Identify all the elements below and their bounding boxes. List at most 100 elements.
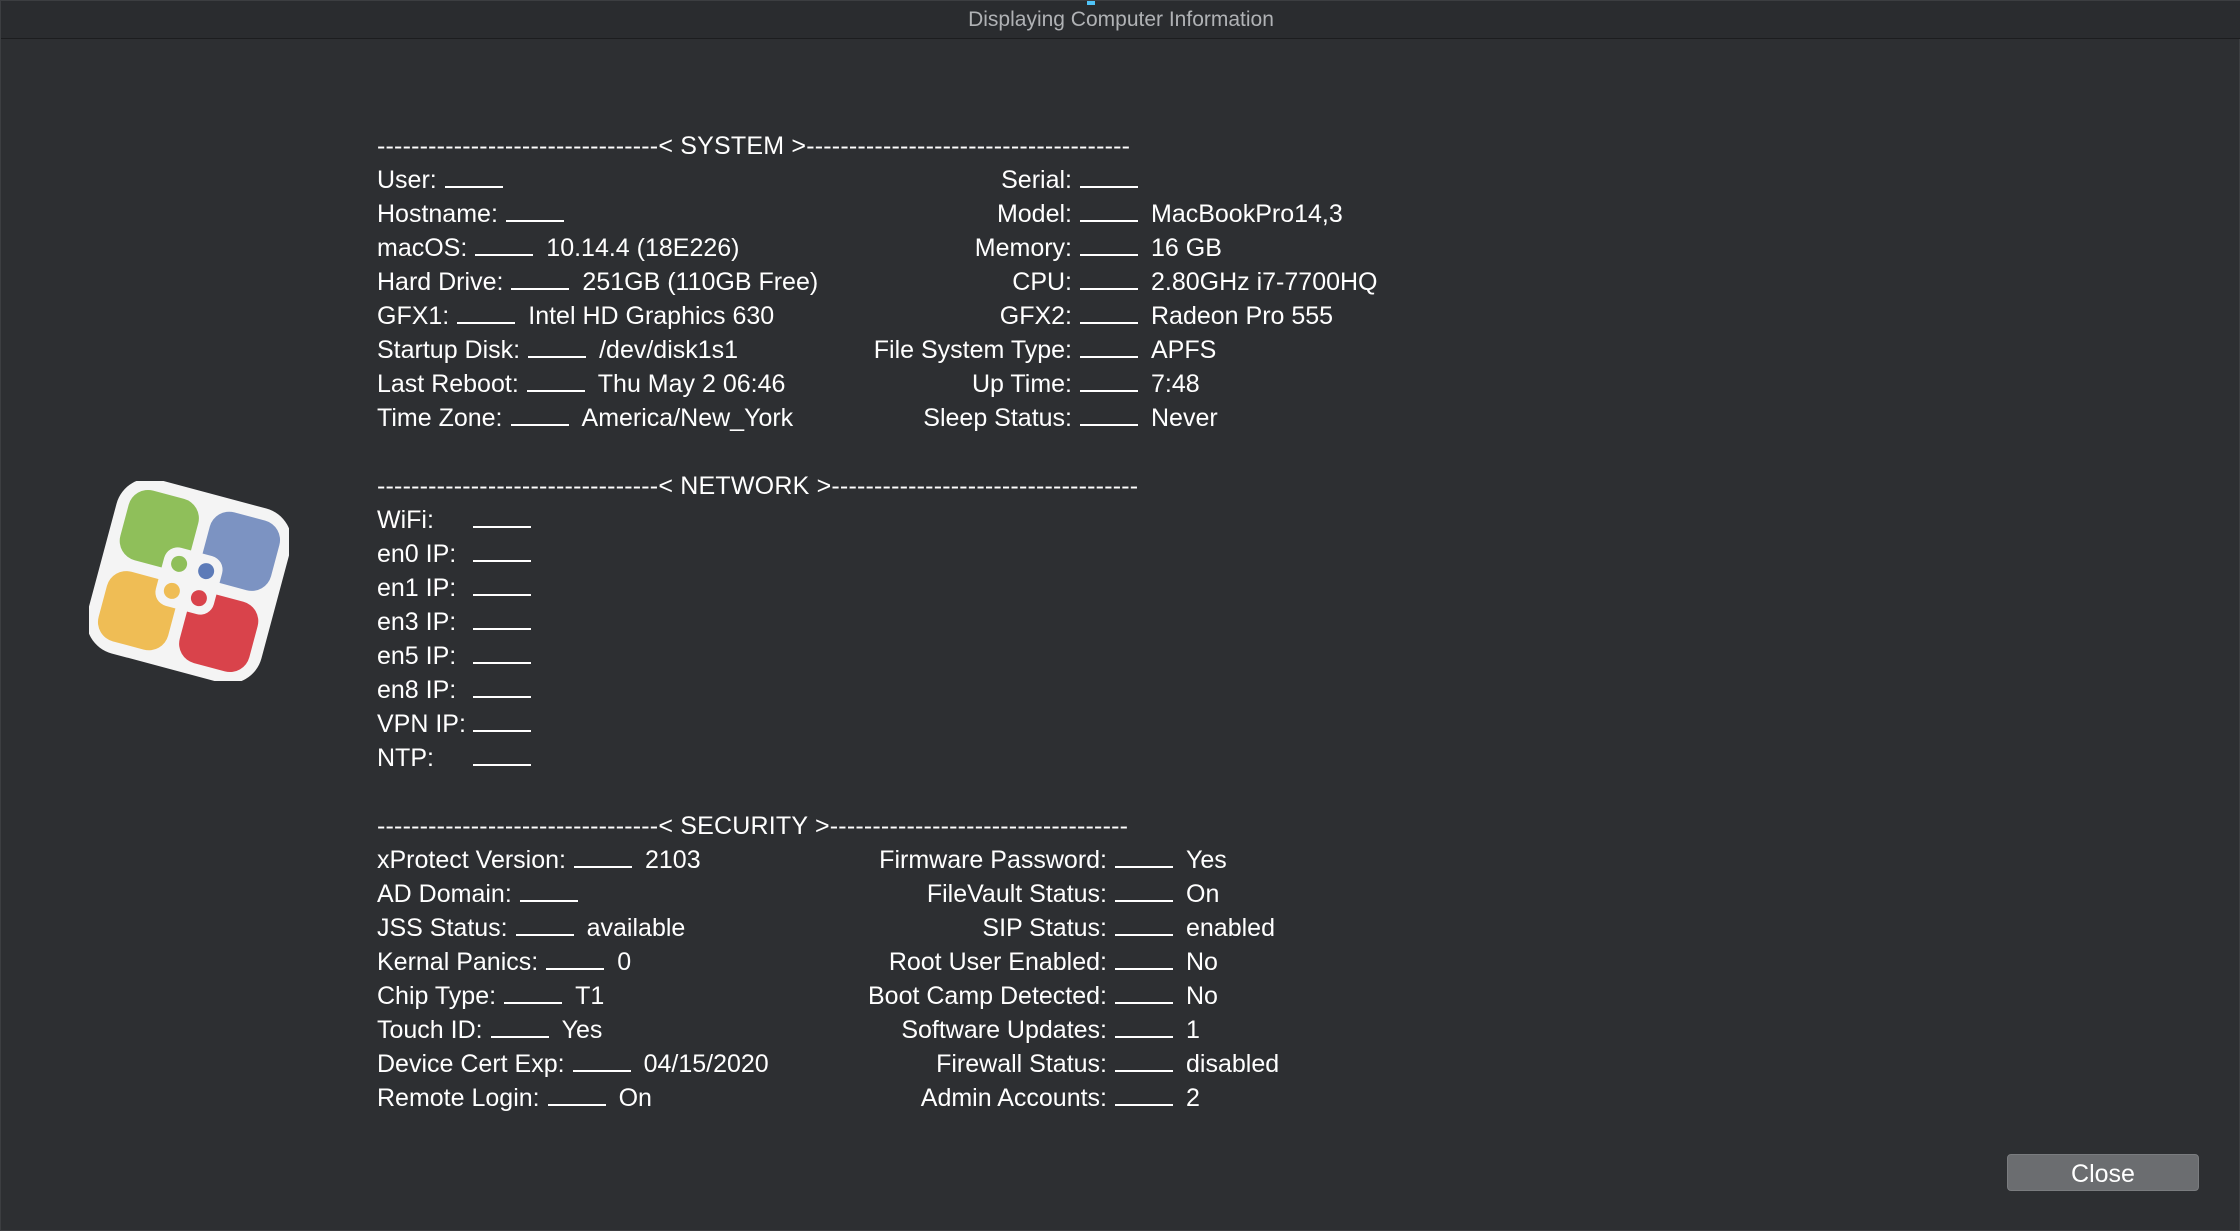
info-window: Displaying Computer Information --------… [0,0,2240,1231]
value-placeholder-line [444,166,503,188]
security-section: xProtect Version: 2103 AD Domain: JSS Statu… [377,843,1417,1115]
value-placeholder-line [1080,234,1138,256]
value-placeholder-line [511,268,570,290]
field-value: APFS [1151,336,1217,364]
field-value: On [1186,880,1220,908]
field-label: WiFi: [377,506,434,534]
value-placeholder-line [473,608,531,630]
network-row: VPN IP: [377,707,1417,741]
value-placeholder-line [475,234,534,256]
field-value: Radeon Pro 555 [1151,302,1334,330]
field-value: MacBookPro14,3 [1151,200,1343,228]
network-row: en3 IP: [377,605,1417,639]
system-right-row: File System Type: APFS [777,333,1787,367]
security-right-row: Boot Camp Detected: No [777,979,1787,1013]
field-value: 0 [617,948,632,976]
value-placeholder-line [473,676,531,698]
field-label: Firmware Password: [879,846,1107,874]
value-placeholder-line [1080,268,1138,290]
value-placeholder-line [1115,948,1173,970]
field-value: 7:48 [1151,370,1200,398]
field-value: 1 [1186,1016,1200,1044]
field-value: disabled [1186,1050,1280,1078]
field-value: 2103 [644,846,701,874]
value-placeholder-line [519,880,578,902]
field-value: Never [1151,404,1218,432]
value-placeholder-line [504,982,563,1004]
field-label: Admin Accounts: [920,1084,1107,1112]
value-placeholder-line [473,540,531,562]
security-right-column: Firmware Password: Yes FileVault Status: On… [777,843,1787,1115]
field-value: 2 [1186,1084,1200,1112]
field-label: Last Reboot: [377,370,519,398]
field-label: VPN IP: [377,710,466,738]
security-right-row: Admin Accounts: 2 [777,1081,1787,1115]
security-right-row: Software Updates: 1 [777,1013,1787,1047]
field-label: NTP: [377,744,434,772]
network-row: en0 IP: [377,537,1417,571]
value-placeholder-line [1080,404,1138,426]
field-label: Device Cert Exp: [377,1050,565,1078]
value-placeholder-line [1115,1016,1173,1038]
value-placeholder-line [1115,1084,1173,1106]
system-right-row: Up Time: 7:48 [777,367,1787,401]
field-label: en3 IP: [377,608,457,636]
security-right-row: Root User Enabled: No [777,945,1787,979]
field-label: Time Zone: [377,404,503,432]
field-value: 2.80GHz i7-7700HQ [1151,268,1378,296]
accent-mark [1087,1,1095,5]
field-label: JSS Status: [377,914,508,942]
value-placeholder-line [473,710,531,732]
field-label: GFX2: [999,302,1072,330]
value-placeholder-line [1115,846,1173,868]
system-section: User: Hostname: macOS: 10.14.4 (18E226) Hard… [377,163,1417,435]
network-row: NTP: [377,741,1417,775]
field-label: SIP Status: [982,914,1107,942]
value-placeholder-line [1080,166,1138,188]
security-right-row: FileVault Status: On [777,877,1787,911]
field-label: Sleep Status: [923,404,1072,432]
value-placeholder-line [546,948,605,970]
network-divider: ---------------------------------< NETWO… [377,472,1139,500]
field-value: 04/15/2020 [643,1050,769,1078]
field-label: Hard Drive: [377,268,504,296]
field-value: 16 GB [1151,234,1222,262]
field-label: FileVault Status: [926,880,1107,908]
close-button[interactable]: Close [2007,1154,2199,1191]
field-label: AD Domain: [377,880,512,908]
field-label: Remote Login: [377,1084,540,1112]
value-placeholder-line [473,506,531,528]
field-value: Yes [561,1016,603,1044]
value-placeholder-line [573,846,632,868]
self-service-app-icon [89,481,289,681]
field-label: Hostname: [377,200,498,228]
field-label: Kernal Panics: [377,948,539,976]
field-value: America/New_York [581,404,794,432]
value-placeholder-line [473,744,531,766]
field-value: On [618,1084,652,1112]
system-divider: ---------------------------------< SYSTE… [377,132,1131,160]
value-placeholder-line [547,1084,606,1106]
network-row: en5 IP: [377,639,1417,673]
value-placeholder-line [528,336,587,358]
field-label: Firewall Status: [936,1050,1107,1078]
system-right-row: CPU: 2.80GHz i7-7700HQ [777,265,1787,299]
value-placeholder-line [473,574,531,596]
field-label: Serial: [1001,166,1072,194]
value-placeholder-line [1115,880,1173,902]
network-row: en1 IP: [377,571,1417,605]
window-title: Displaying Computer Information [968,8,1274,31]
field-value: available [586,914,686,942]
field-label: Root User Enabled: [888,948,1107,976]
value-placeholder-line [572,1050,631,1072]
field-label: macOS: [377,234,468,262]
field-label: Up Time: [971,370,1072,398]
title-bar[interactable]: Displaying Computer Information [1,1,2240,39]
security-right-row: Firewall Status: disabled [777,1047,1787,1081]
value-placeholder-line [1080,370,1138,392]
system-right-row: Memory: 16 GB [777,231,1787,265]
field-value: No [1186,982,1218,1010]
value-placeholder-line [1080,200,1138,222]
security-right-row: SIP Status: enabled [777,911,1787,945]
field-value: Intel HD Graphics 630 [528,302,775,330]
